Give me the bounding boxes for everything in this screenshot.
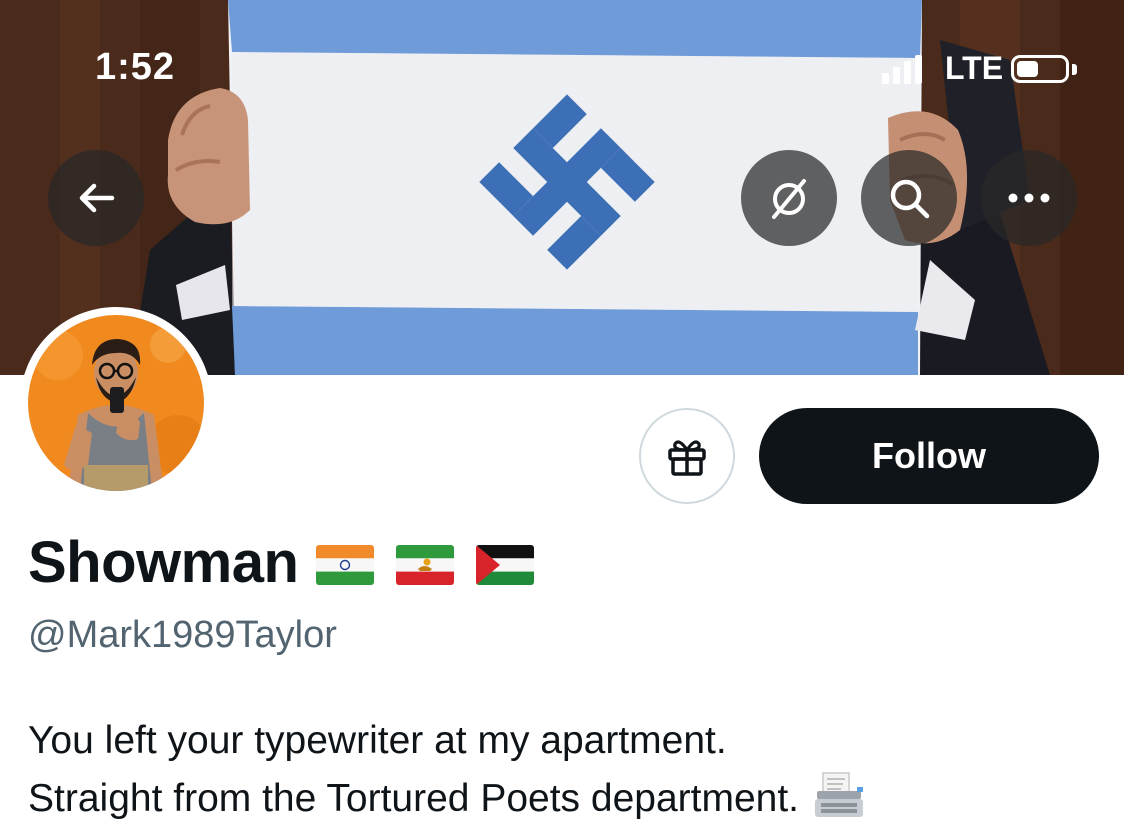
gift-icon: [668, 440, 706, 476]
bio-line: You left your typewriter at my apartment…: [28, 719, 727, 762]
name-flags: [316, 545, 535, 585]
cellular-signal-icon: [882, 54, 922, 84]
battery-icon: [1011, 55, 1069, 83]
back-button[interactable]: [48, 150, 144, 246]
profile-avatar[interactable]: [20, 307, 212, 499]
bio-line-text: Straight from the Tortured Poets departm…: [28, 777, 800, 820]
status-time: 1:52: [95, 46, 176, 88]
more-button[interactable]: [981, 150, 1077, 246]
iran-lion-sun-flag-icon: [396, 545, 455, 585]
bio-line: Straight from the Tortured Poets departm…: [28, 770, 865, 828]
battery-cap: [1072, 64, 1077, 75]
user-handle: @Mark1989Taylor: [28, 614, 337, 656]
avatar-image: [28, 315, 204, 491]
battery-level-fill: [1017, 61, 1038, 77]
search-button[interactable]: [861, 150, 957, 246]
gift-button[interactable]: [639, 408, 735, 504]
arrow-left-icon: [79, 183, 115, 213]
india-flag-icon: [316, 545, 375, 585]
typewriter-emoji-icon: [815, 772, 864, 817]
name-row: Showman: [28, 526, 535, 598]
avatar-illustration: [28, 315, 204, 491]
grok-button[interactable]: [741, 150, 837, 246]
display-name: Showman: [28, 529, 299, 595]
follow-button[interactable]: Follow: [759, 408, 1099, 504]
profile-banner[interactable]: 1:52 LTE: [0, 0, 1124, 375]
palestine-flag-icon: [476, 545, 535, 585]
grok-icon: [772, 179, 806, 219]
network-type: LTE: [945, 50, 1004, 86]
more-icon: [1008, 193, 1050, 203]
profile-bio: You left your typewriter at my apartment…: [28, 712, 865, 828]
search-icon: [890, 179, 930, 219]
